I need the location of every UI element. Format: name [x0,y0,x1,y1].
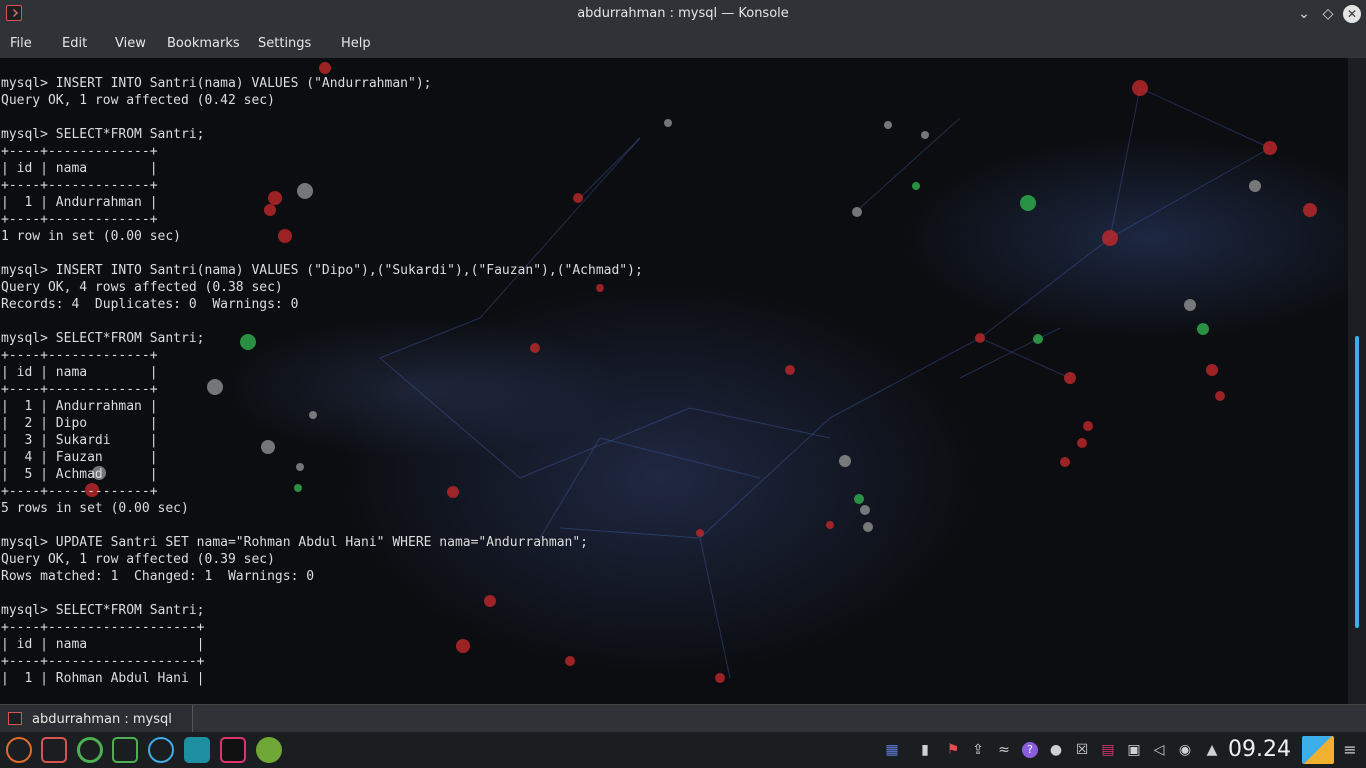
terminal-text: mysql> INSERT INTO Santri(nama) VALUES (… [1,75,643,687]
window-titlebar[interactable]: abdurrahman : mysql — Konsole ⌄ ◇ ✕ [0,0,1366,28]
tab-mysql-session[interactable]: abdurrahman : mysql [0,705,193,733]
terminal-line: | id | nama | [1,161,158,176]
kde-connect-icon[interactable] [184,737,210,763]
update-icon[interactable]: ⇪ [970,742,986,758]
minimize-icon[interactable]: ⌄ [1295,5,1313,23]
terminal-line: mysql> SELECT*FROM Santri; [1,127,205,142]
terminal-line: +----+-------------+ [1,382,158,397]
terminal-line: mysql> INSERT INTO Santri(nama) VALUES (… [1,263,643,278]
terminal-line: mysql> INSERT INTO Santri(nama) VALUES (… [1,76,432,91]
terminal-tab-icon [8,712,22,725]
close-icon[interactable]: ✕ [1343,5,1361,23]
terminal-line: | 3 | Sukardi | [1,433,158,448]
terminal-line: Records: 4 Duplicates: 0 Warnings: 0 [1,297,299,312]
intellij-icon[interactable] [220,737,246,763]
volume-icon[interactable]: ◁ [1151,742,1167,758]
terminal-line: +----+-------------+ [1,484,158,499]
wifi-icon[interactable]: ≈ [996,742,1012,758]
terminal-line: +----+-------------+ [1,178,158,193]
clipboard-x-icon[interactable]: ☒ [1074,742,1090,758]
terminal-line: | 2 | Dipo | [1,416,158,431]
terminal-line: 1 row in set (0.00 sec) [1,229,182,244]
clock[interactable]: 09.24 [1228,737,1291,762]
terminal-line: mysql> UPDATE Santri SET nama="Rohman Ab… [1,535,588,550]
terminal-line: +----+-------------+ [1,144,158,159]
terminal-line: | 4 | Fauzan | [1,450,158,465]
flag-icon[interactable]: ⚑ [945,742,961,758]
terminal-line: Rows matched: 1 Changed: 1 Warnings: 0 [1,569,315,584]
menu-file[interactable]: File [10,36,32,51]
window-title: abdurrahman : mysql — Konsole [577,6,789,21]
menu-edit[interactable]: Edit [62,36,87,51]
menu-settings[interactable]: Settings [258,36,311,51]
terminal-line: +----+-------------+ [1,348,158,363]
terminal-line: | id | nama | [1,365,158,380]
taskbar: ▦ ▮ ⚑ ⇪ ≈ ? ● ☒ ▤ ▣ ◁ ◉ ▲ 09.24 ≡ [0,732,1366,768]
terminal-line: mysql> SELECT*FROM Santri; [1,603,205,618]
terminal-line: +----+-------------------+ [1,620,205,635]
terminal-line: | 1 | Rohman Abdul Hani | [1,671,205,686]
menu-help[interactable]: Help [341,36,371,51]
menu-view[interactable]: View [115,36,146,51]
terminal-line: | 1 | Andurrahman | [1,399,158,414]
terminal-line: +----+-------------------+ [1,654,205,669]
chrome-icon[interactable] [77,737,103,763]
telegram-icon[interactable] [148,737,174,763]
terminal-line: 5 rows in set (0.00 sec) [1,501,189,516]
drops-icon[interactable]: ◉ [1177,742,1193,758]
terminal-line: Query OK, 4 rows affected (0.38 sec) [1,280,283,295]
terminal-line: +----+-------------+ [1,212,158,227]
menu-icon[interactable]: ≡ [1342,742,1358,758]
file-manager-icon[interactable] [112,737,138,763]
terminal-output[interactable]: mysql> INSERT INTO Santri(nama) VALUES (… [0,58,1348,704]
document-icon[interactable]: ▤ [1100,742,1116,758]
notes-icon[interactable]: ▦ [884,742,900,758]
battery-icon[interactable]: ▮ [917,742,933,758]
maximize-icon[interactable]: ◇ [1319,5,1337,23]
terminal-line: | 1 | Andurrahman | [1,195,158,210]
window-switcher-icon[interactable] [41,737,67,763]
terminal-line: mysql> SELECT*FROM Santri; [1,331,205,346]
app-launcher-icon[interactable] [6,737,32,763]
terminal-line: Query OK, 1 row affected (0.42 sec) [1,93,275,108]
terminal-line: Query OK, 1 row affected (0.39 sec) [1,552,275,567]
help-icon[interactable]: ? [1022,742,1038,758]
terminal-line: | 5 | Achmad | [1,467,158,482]
clipboard-icon[interactable]: ▣ [1126,742,1142,758]
tab-label: abdurrahman : mysql [32,712,172,727]
menu-bookmarks[interactable]: Bookmarks [167,36,240,51]
terminal-line: | id | nama | [1,637,205,652]
scrollbar-thumb[interactable] [1355,336,1359,628]
menu-bar: File Edit View Bookmarks Settings Help [0,28,1366,59]
android-studio-icon[interactable] [256,737,282,763]
tab-bar: abdurrahman : mysql [0,704,1366,733]
show-desktop-icon[interactable] [1302,736,1334,764]
terminal-scrollbar[interactable] [1348,58,1366,704]
tray-expand-icon[interactable]: ▲ [1204,742,1220,758]
lock-icon[interactable]: ● [1048,742,1064,758]
